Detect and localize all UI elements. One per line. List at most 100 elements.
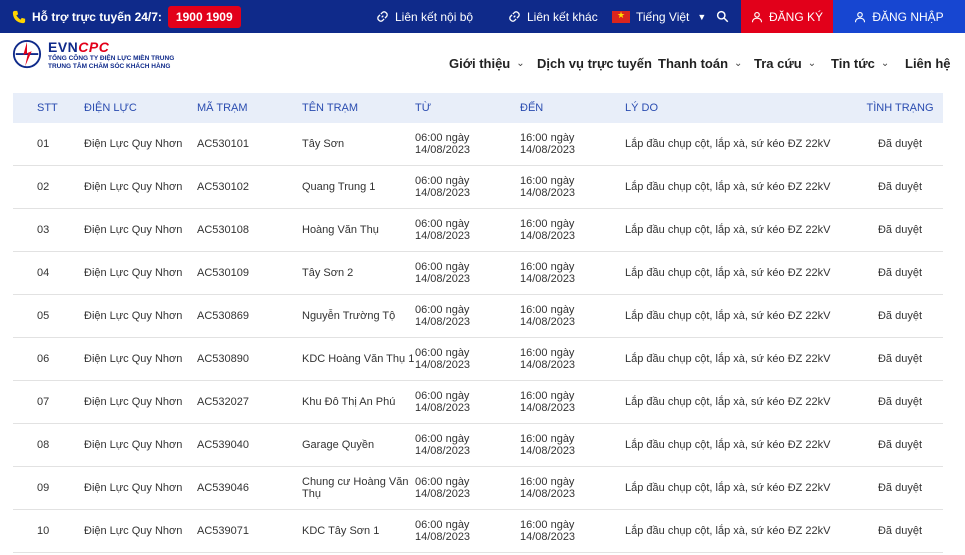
cell-ten-tram: Quang Trung 1 [302, 181, 376, 193]
table-row: 01 Điện Lực Quy Nhơn AC530101 Tây Sơn 06… [13, 123, 943, 166]
header-stt: STT [37, 102, 58, 114]
cell-dien-luc: Điện Lực Quy Nhơn [84, 482, 183, 494]
chevron-down-icon: ⌄ [734, 57, 743, 69]
cell-stt: 10 [37, 525, 50, 537]
table-header: STT ĐIỆN LỰC MÃ TRẠM TÊN TRẠM TỪ ĐẾN LÝ … [13, 93, 943, 123]
cell-tinh-trang: Đã duyệt [877, 138, 923, 150]
table-body: 01 Điện Lực Quy Nhơn AC530101 Tây Sơn 06… [13, 123, 943, 553]
cell-den: 16:00 ngày 14/08/2023 [520, 390, 576, 414]
language-select[interactable]: Tiếng Việt ▼ [612, 0, 706, 33]
vietnam-flag-icon [612, 10, 630, 23]
internal-link[interactable]: Liên kết nội bộ [376, 0, 473, 33]
cell-ten-tram: Hoàng Văn Thụ [302, 224, 379, 236]
phone-icon [12, 10, 26, 24]
support-info: Hỗ trợ trực tuyến 24/7: 1900 1909 [12, 0, 241, 33]
logo-line2: TRUNG TÂM CHĂM SÓC KHÁCH HÀNG [48, 63, 171, 70]
cell-ma-tram: AC539040 [197, 439, 249, 451]
register-label: ĐĂNG KÝ [768, 9, 823, 24]
support-label: Hỗ trợ trực tuyến 24/7: [32, 9, 162, 24]
search-button[interactable] [716, 0, 729, 33]
hotline-badge[interactable]: 1900 1909 [167, 5, 241, 28]
cell-ly-do: Lắp đầu chụp cột, lắp xà, sứ kéo ĐZ 22kV [625, 525, 831, 537]
cell-ma-tram: AC530869 [197, 310, 249, 322]
user-icon [751, 11, 763, 22]
cell-ma-tram: AC539046 [197, 482, 249, 494]
nav-gioi-thieu[interactable]: Giới thiệu ⌄ [449, 33, 525, 93]
other-link[interactable]: Liên kết khác [508, 0, 598, 33]
header-ma-tram: MÃ TRẠM [197, 102, 248, 114]
chevron-down-icon: ⌄ [516, 57, 525, 69]
cell-den: 16:00 ngày 14/08/2023 [520, 218, 576, 242]
header-tinh-trang: TÌNH TRẠNG [866, 102, 934, 114]
cell-ma-tram: AC530108 [197, 224, 249, 236]
cell-ly-do: Lắp đầu chụp cột, lắp xà, sứ kéo ĐZ 22kV [625, 224, 831, 236]
cell-ly-do: Lắp đầu chụp cột, lắp xà, sứ kéo ĐZ 22kV [625, 138, 831, 150]
chevron-down-icon: ⌄ [880, 57, 890, 69]
header-tu: TỪ [415, 102, 432, 114]
link-icon [377, 11, 388, 22]
table-row: 04 Điện Lực Quy Nhơn AC530109 Tây Sơn 2 … [13, 252, 943, 295]
cell-tu: 06:00 ngày 14/08/2023 [415, 390, 471, 414]
table-row: 09 Điện Lực Quy Nhơn AC539046 Chung cư H… [13, 467, 943, 510]
cell-ten-tram: Tây Sơn [302, 138, 345, 150]
register-button[interactable]: ĐĂNG KÝ [741, 0, 833, 33]
cell-dien-luc: Điện Lực Quy Nhơn [84, 439, 183, 451]
cell-ten-tram: Nguyễn Trường Tộ [302, 310, 396, 322]
language-label: Tiếng Việt [636, 9, 690, 24]
cell-ten-tram: Chung cư Hoàng Văn Thụ [302, 476, 409, 500]
cell-stt: 03 [37, 224, 50, 236]
cell-den: 16:00 ngày 14/08/2023 [520, 132, 576, 156]
cell-ma-tram: AC532027 [197, 396, 249, 408]
top-bar: Hỗ trợ trực tuyến 24/7: 1900 1909 Liên k… [0, 0, 965, 33]
header-ly-do: LÝ DO [625, 102, 659, 114]
login-button[interactable]: ĐĂNG NHẬP [833, 0, 965, 33]
cell-ten-tram: Khu Đô Thị An Phú [302, 396, 396, 408]
cell-ly-do: Lắp đầu chụp cột, lắp xà, sứ kéo ĐZ 22kV [625, 181, 831, 193]
cell-dien-luc: Điện Lực Quy Nhơn [84, 267, 183, 279]
header-den: ĐẾN [520, 102, 544, 114]
evn-logo-icon [12, 39, 42, 69]
cell-tinh-trang: Đã duyệt [877, 396, 923, 408]
cell-dien-luc: Điện Lực Quy Nhơn [84, 310, 183, 322]
cell-dien-luc: Điện Lực Quy Nhơn [84, 138, 183, 150]
cell-stt: 05 [37, 310, 50, 322]
table-row: 06 Điện Lực Quy Nhơn AC530890 KDC Hoàng … [13, 338, 943, 381]
nav-lien-he[interactable]: Liên hệ [905, 33, 951, 93]
cell-tu: 06:00 ngày 14/08/2023 [415, 261, 471, 285]
nav-thanh-toan[interactable]: Thanh toán ⌄ [658, 33, 742, 93]
nav-tra-cuu[interactable]: Tra cứu ⌄ [754, 33, 816, 93]
cell-tinh-trang: Đã duyệt [877, 224, 923, 236]
cell-ma-tram: AC530102 [197, 181, 249, 193]
cell-dien-luc: Điện Lực Quy Nhơn [84, 525, 183, 537]
table-row: 08 Điện Lực Quy Nhơn AC539040 Garage Quy… [13, 424, 943, 467]
cell-tu: 06:00 ngày 14/08/2023 [415, 347, 471, 371]
cell-ma-tram: AC530101 [197, 138, 249, 150]
cell-tinh-trang: Đã duyệt [877, 525, 923, 537]
internal-link-label: Liên kết nội bộ [395, 9, 474, 24]
header-dien-luc: ĐIỆN LỰC [84, 102, 137, 114]
cell-stt: 08 [37, 439, 50, 451]
user-icon [855, 11, 866, 22]
cell-tinh-trang: Đã duyệt [877, 181, 923, 193]
cell-tinh-trang: Đã duyệt [877, 267, 923, 279]
logo-line1: TỔNG CÔNG TY ĐIỆN LỰC MIỀN TRUNG [48, 55, 175, 62]
logo-brand: EVNCPC [48, 39, 110, 55]
cell-den: 16:00 ngày 14/08/2023 [520, 519, 576, 543]
evncpc-logo[interactable]: EVNCPC TỔNG CÔNG TY ĐIỆN LỰC MIỀN TRUNG … [12, 39, 174, 71]
table-row: 07 Điện Lực Quy Nhơn AC532027 Khu Đô Thị… [13, 381, 943, 424]
cell-dien-luc: Điện Lực Quy Nhơn [84, 224, 183, 236]
cell-tu: 06:00 ngày 14/08/2023 [415, 476, 471, 500]
cell-ly-do: Lắp đầu chụp cột, lắp xà, sứ kéo ĐZ 22kV [625, 482, 831, 494]
cell-tu: 06:00 ngày 14/08/2023 [415, 218, 471, 242]
cell-ten-tram: KDC Tây Sơn 1 [302, 525, 380, 537]
chevron-down-icon: ▼ [697, 11, 707, 22]
nav-tin-tuc[interactable]: Tin tức ⌄ [831, 33, 889, 93]
cell-ten-tram: KDC Hoàng Văn Thụ 1 [302, 353, 415, 365]
cell-stt: 09 [37, 482, 50, 494]
nav-dich-vu[interactable]: Dịch vụ trực tuyến [537, 33, 652, 93]
cell-tu: 06:00 ngày 14/08/2023 [415, 433, 471, 457]
cell-ma-tram: AC530890 [197, 353, 249, 365]
main-header: EVNCPC TỔNG CÔNG TY ĐIỆN LỰC MIỀN TRUNG … [0, 33, 965, 93]
table-row: 10 Điện Lực Quy Nhơn AC539071 KDC Tây Sơ… [13, 510, 943, 553]
table-row: 02 Điện Lực Quy Nhơn AC530102 Quang Trun… [13, 166, 943, 209]
